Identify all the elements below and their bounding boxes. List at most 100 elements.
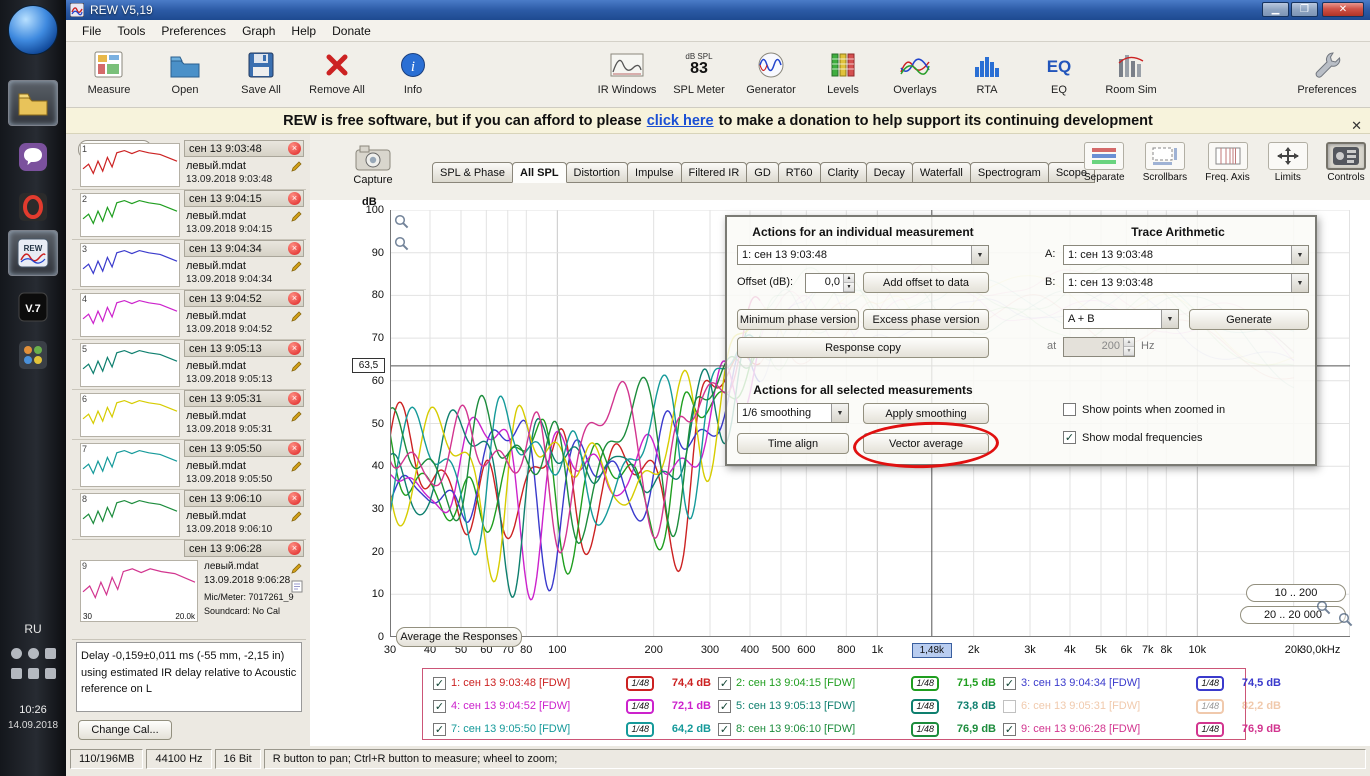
delete-measurement-icon[interactable]: × — [288, 142, 301, 155]
toolbar-room-sim-button[interactable]: Room Sim — [1102, 46, 1160, 96]
legend-entry-4[interactable]: ✓ 4: сен 13 9:04:52 [FDW] 1/48 72,1 dB — [433, 696, 711, 716]
stepper-arrows-icon[interactable]: ▲ ▼ — [843, 274, 854, 292]
tray-flag-icon[interactable] — [44, 668, 56, 679]
capture-control[interactable]: Capture — [348, 144, 398, 186]
trace-a-select[interactable]: 1: сен 13 9:03:48 ▼ — [1063, 245, 1309, 265]
toolbar-generator-button[interactable]: Generator — [742, 46, 800, 96]
legend-checkbox-icon[interactable]: ✓ — [1003, 722, 1016, 736]
tab-waterfall[interactable]: Waterfall — [911, 162, 971, 183]
measurement-thumbnail[interactable]: 5 — [80, 343, 180, 387]
checkbox-icon[interactable]: ✓ — [1063, 431, 1076, 444]
tab-impulse[interactable]: Impulse — [627, 162, 682, 183]
legend-checkbox-icon[interactable]: ✓ — [433, 699, 446, 713]
toolbar-remove-all-button[interactable]: Remove All — [308, 46, 366, 96]
range-10-200-button[interactable]: 10 .. 200 — [1246, 584, 1346, 602]
zoom-x-icon[interactable] — [394, 214, 409, 232]
measurement-header[interactable]: сен 13 9:06:10 × — [184, 490, 304, 507]
smoothing-select[interactable]: 1/6 smoothing ▼ — [737, 403, 849, 423]
legend-checkbox-icon[interactable]: ✓ — [718, 699, 731, 713]
minimize-button[interactable]: ▁ — [1262, 2, 1289, 17]
measurement-item-3[interactable]: 3 сен 13 9:04:34 × левый.mdat 13.09.2018 9:0… — [72, 240, 306, 290]
toolbar-spl-meter-button[interactable]: dB SPL 83 SPL Meter — [670, 46, 728, 97]
taskbar-rew-icon[interactable]: REW — [8, 230, 58, 276]
tab-clarity[interactable]: Clarity — [819, 162, 867, 183]
legend-checkbox-icon[interactable]: ✓ — [433, 722, 446, 736]
legend-checkbox-icon[interactable]: ✓ — [1003, 676, 1016, 690]
legend-entry-3[interactable]: ✓ 3: сен 13 9:04:34 [FDW] 1/48 74,5 dB — [1003, 673, 1281, 693]
checkbox-show-modal-frequencies[interactable]: ✓ Show modal frequencies — [1063, 431, 1202, 444]
legend-entry-2[interactable]: ✓ 2: сен 13 9:04:15 [FDW] 1/48 71,5 dB — [718, 673, 996, 693]
taskbar-gallery-icon[interactable] — [8, 332, 58, 378]
measurement-header[interactable]: сен 13 9:05:50 × — [184, 440, 304, 457]
measurement-header[interactable]: сен 13 9:04:34 × — [184, 240, 304, 257]
tray-square-icon[interactable] — [44, 648, 56, 659]
edit-pencil-icon[interactable] — [290, 460, 303, 473]
delete-measurement-icon[interactable]: × — [288, 242, 301, 255]
zoom-out-icon[interactable] — [1338, 612, 1353, 630]
donation-link[interactable]: click here — [647, 113, 714, 129]
legend-entry-7[interactable]: ✓ 7: сен 13 9:05:50 [FDW] 1/48 64,2 dB — [433, 719, 711, 739]
measurement-thumbnail[interactable]: 3 — [80, 243, 180, 287]
maximize-button[interactable]: ❐ — [1291, 2, 1318, 17]
fdw-window-badge[interactable]: 1/48 — [1196, 721, 1224, 737]
fdw-window-badge[interactable]: 1/48 — [911, 675, 939, 691]
excess-phase-button[interactable]: Excess phase version — [863, 309, 989, 330]
legend-entry-9[interactable]: ✓ 9: сен 13 9:06:28 [FDW] 1/48 76,9 dB — [1003, 719, 1281, 739]
legend-checkbox-icon[interactable] — [1003, 699, 1016, 713]
tab-filtered-ir[interactable]: Filtered IR — [680, 162, 748, 183]
operation-select[interactable]: A + B ▼ — [1063, 309, 1179, 329]
taskbar-v7-icon[interactable]: V.7 — [8, 284, 58, 330]
fdw-window-badge[interactable]: 1/48 — [911, 698, 939, 714]
toolbar-levels-button[interactable]: Levels — [814, 46, 872, 96]
measurement-header[interactable]: сен 13 9:03:48 × — [184, 140, 304, 157]
measurement-thumbnail[interactable]: 7 — [80, 443, 180, 487]
edit-pencil-icon[interactable] — [290, 360, 303, 373]
measurement-item-4[interactable]: 4 сен 13 9:04:52 × левый.mdat 13.09.2018 9:0… — [72, 290, 306, 340]
taskbar-opera-icon[interactable] — [8, 184, 58, 230]
tab-rt60[interactable]: RT60 — [777, 162, 821, 183]
edit-pencil-icon[interactable] — [290, 410, 303, 423]
tray-signal-icon[interactable] — [10, 648, 22, 659]
toolbar-ir-windows-button[interactable]: IR Windows — [598, 46, 656, 96]
legend-checkbox-icon[interactable]: ✓ — [718, 676, 731, 690]
close-button[interactable]: ✕ — [1322, 2, 1364, 17]
edit-pencil-icon[interactable] — [290, 310, 303, 323]
controls-button[interactable]: Controls — [1325, 142, 1366, 183]
checkbox-icon[interactable] — [1063, 403, 1076, 416]
toolbar-open-button[interactable]: Open — [156, 46, 214, 96]
measurement-thumbnail[interactable]: 4 — [80, 293, 180, 337]
measurement-header[interactable]: сен 13 9:05:13 × — [184, 340, 304, 357]
clock-date[interactable]: 14.09.2018 — [0, 720, 66, 731]
menu-help[interactable]: Help — [283, 21, 324, 41]
menu-file[interactable]: File — [74, 21, 109, 41]
measurement-select[interactable]: 1: сен 13 9:03:48 ▼ — [737, 245, 989, 265]
measurement-item-7[interactable]: 7 сен 13 9:05:50 × левый.mdat 13.09.2018 9:0… — [72, 440, 306, 490]
limits-button[interactable]: Limits — [1267, 142, 1308, 183]
delete-measurement-icon[interactable]: × — [288, 492, 301, 505]
fdw-window-badge[interactable]: 1/48 — [626, 698, 654, 714]
fdw-window-badge[interactable]: 1/48 — [911, 721, 939, 737]
fdw-window-badge[interactable]: 1/48 — [1196, 698, 1224, 714]
measurement-item-8[interactable]: 8 сен 13 9:06:10 × левый.mdat 13.09.2018 9:0… — [72, 490, 306, 540]
measurement-item-5[interactable]: 5 сен 13 9:05:13 × левый.mdat 13.09.2018 9:0… — [72, 340, 306, 390]
tab-spectrogram[interactable]: Spectrogram — [969, 162, 1049, 183]
delete-measurement-icon[interactable]: × — [288, 342, 301, 355]
edit-pencil-icon[interactable] — [290, 210, 303, 223]
menu-tools[interactable]: Tools — [109, 21, 153, 41]
measurement-header[interactable]: сен 13 9:04:15 × — [184, 190, 304, 207]
time-align-button[interactable]: Time align — [737, 433, 849, 454]
delete-measurement-icon[interactable]: × — [288, 542, 301, 555]
toolbar-preferences-button[interactable]: Preferences — [1297, 46, 1357, 96]
delete-measurement-icon[interactable]: × — [288, 442, 301, 455]
vector-average-button[interactable]: Vector average — [863, 433, 989, 454]
freq-axis-button[interactable]: Freq. Axis — [1205, 142, 1250, 183]
toolbar-info-button[interactable]: i Info — [384, 46, 442, 96]
delete-measurement-icon[interactable]: × — [288, 292, 301, 305]
menu-graph[interactable]: Graph — [234, 21, 283, 41]
menu-preferences[interactable]: Preferences — [153, 21, 234, 41]
measurement-item-1[interactable]: 1 сен 13 9:03:48 × левый.mdat 13.09.2018 9:0… — [72, 140, 306, 190]
zoom-y-icon[interactable] — [394, 236, 409, 254]
delete-measurement-icon[interactable]: × — [288, 192, 301, 205]
measurement-item-6[interactable]: 6 сен 13 9:05:31 × левый.mdat 13.09.2018 9:0… — [72, 390, 306, 440]
tray-calendar-icon[interactable] — [27, 668, 39, 679]
